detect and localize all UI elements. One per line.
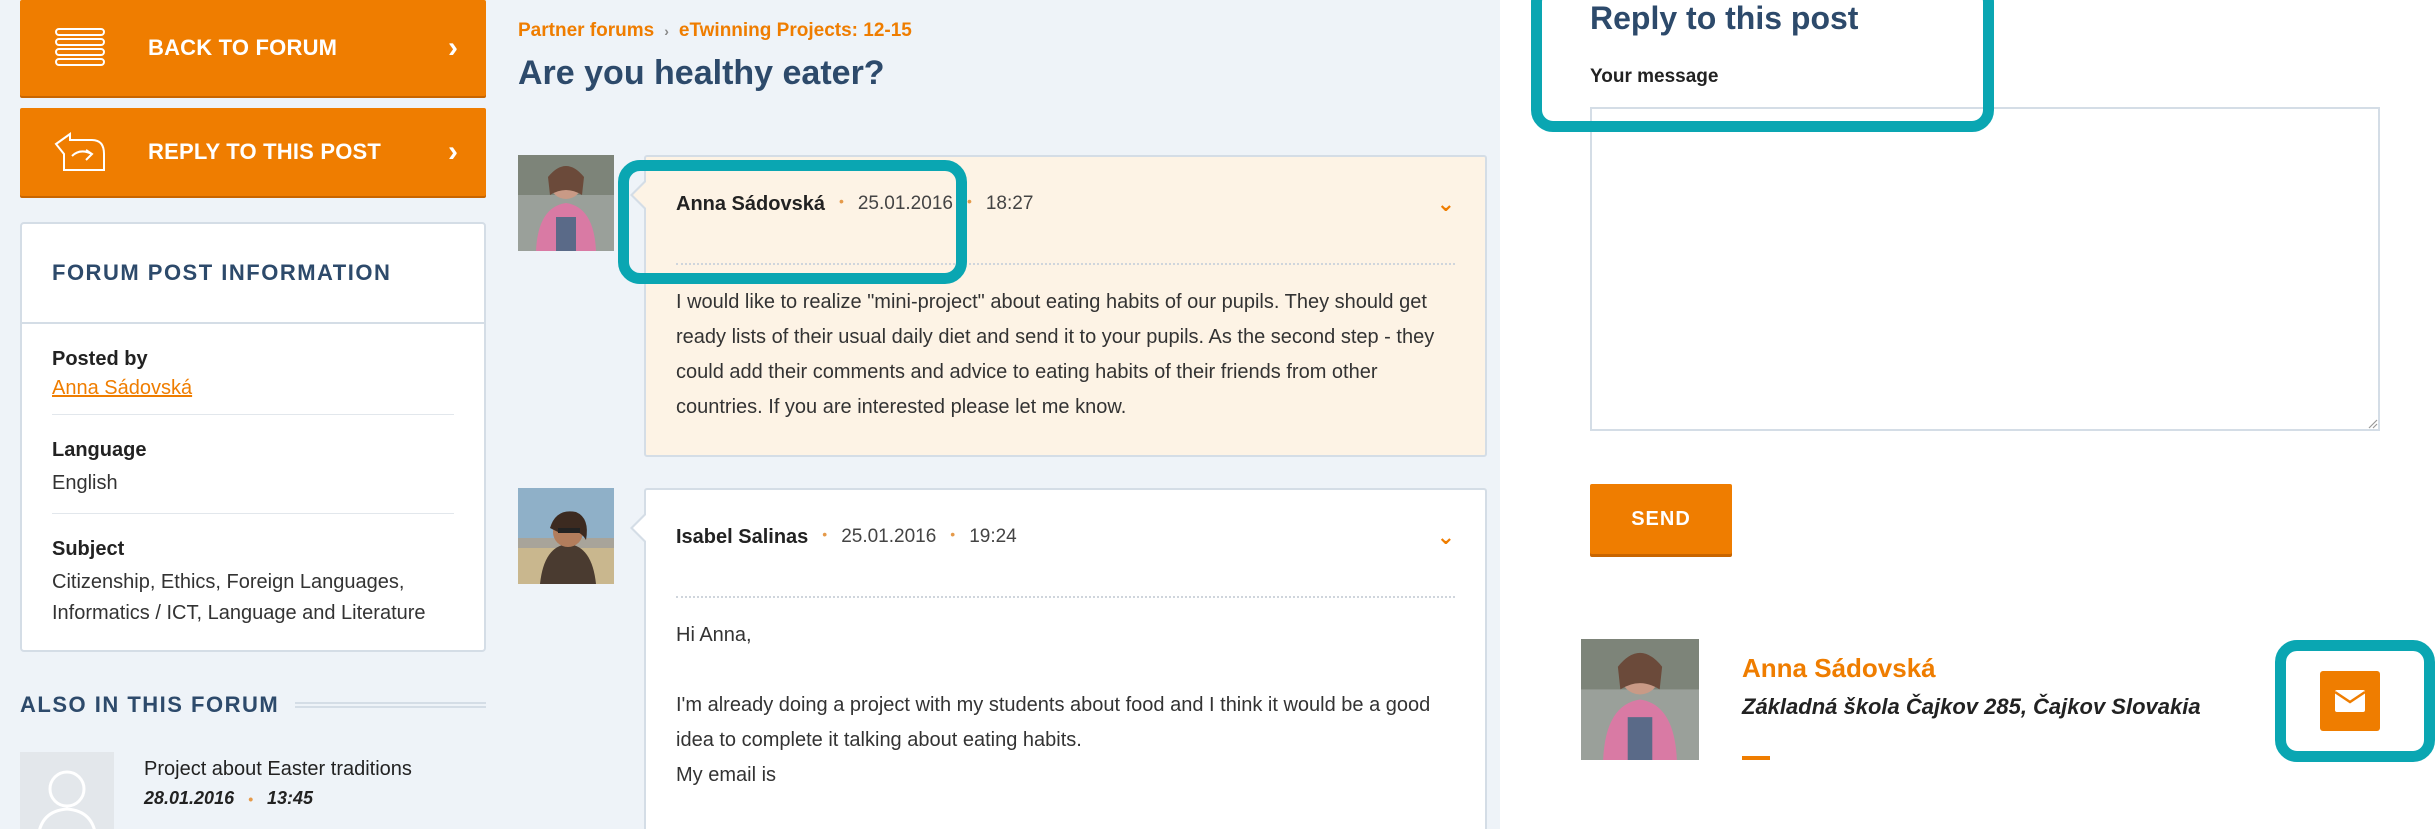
post-date: 25.01.2016 [841, 526, 937, 547]
forum-post: Anna Sádovská • 25.01.2016 • 18:27 ⌄ I w… [630, 155, 1487, 457]
post-author[interactable]: Isabel Salinas [676, 526, 808, 549]
subject-value: Citizenship, Ethics, Foreign Languages, … [52, 571, 426, 624]
author-name-link[interactable]: Anna Sádovská [1742, 653, 1936, 684]
resize-grip-icon[interactable] [2366, 417, 2378, 429]
posted-by-link[interactable]: Anna Sádovská [52, 377, 192, 399]
chevron-down-icon[interactable]: ⌄ [1437, 191, 1455, 217]
also-item-title[interactable]: Project about Easter traditions [144, 758, 412, 781]
also-item-date-value: 28.01.2016 [144, 788, 235, 808]
page-title: Are you healthy eater? [518, 54, 885, 92]
info-panel-title: FORUM POST INFORMATION [52, 260, 392, 285]
forum-post: Isabel Salinas • 25.01.2016 • 19:24 ⌄ Hi… [630, 488, 1487, 829]
separator-dot: • [822, 526, 828, 542]
post-paragraph: I would like to realize "mini-project" a… [676, 291, 1435, 418]
post-time: 18:27 [985, 193, 1034, 214]
language-row: Language English [52, 415, 454, 514]
post-header: Anna Sádovská • 25.01.2016 • 18:27 ⌄ [676, 191, 1455, 265]
subject-label: Subject [52, 538, 125, 560]
subject-row: Subject Citizenship, Ethics, Foreign Lan… [52, 514, 454, 643]
language-value: English [52, 472, 118, 494]
post-time: 19:24 [969, 526, 1017, 547]
post-body: Hi Anna, I'm already doing a project wit… [676, 618, 1445, 793]
list-lines-icon [48, 24, 112, 72]
avatar[interactable] [518, 155, 614, 251]
post-date: 25.01.2016 [857, 193, 953, 214]
post-paragraph: Hi Anna, [676, 624, 752, 646]
post-author[interactable]: Anna Sádovská [676, 193, 825, 216]
also-in-forum-item[interactable]: Project about Easter traditions 28.01.20… [20, 752, 486, 829]
separator-dot: • [950, 526, 956, 542]
breadcrumb-etwinning-projects[interactable]: eTwinning Projects: 12-15 [679, 20, 912, 42]
author-school: Základná škola Čajkov 285, Čajkov Slovak… [1742, 694, 2201, 719]
also-in-forum-title: ALSO IN THIS FORUM [20, 692, 280, 717]
forum-post-info-panel: FORUM POST INFORMATION Posted by Anna Sá… [20, 222, 486, 652]
divider [295, 702, 486, 708]
also-item-time: 13:45 [267, 788, 314, 808]
reply-arrow-icon [48, 128, 112, 176]
message-field-label: Your message [1590, 66, 1719, 87]
separator-dot: • [838, 193, 844, 209]
posted-by-row: Posted by Anna Sádovská [52, 324, 454, 415]
message-textarea[interactable] [1590, 107, 2380, 431]
separator-dot: • [248, 791, 253, 807]
separator-dot: • [966, 193, 972, 209]
posted-by-label: Posted by [52, 348, 148, 370]
post-paragraph: My email is [676, 764, 777, 786]
chevron-right-icon: › [448, 135, 458, 168]
post-paragraph: I'm already doing a project with my stud… [676, 694, 1431, 751]
reply-section-title: Reply to this post [1590, 0, 1859, 36]
divider [1742, 756, 1770, 760]
breadcrumb: Partner forums › eTwinning Projects: 12-… [518, 20, 912, 42]
also-item-date: 28.01.2016 • 13:45 [144, 788, 313, 809]
info-panel-header: FORUM POST INFORMATION [22, 224, 484, 324]
envelope-icon [2335, 690, 2365, 712]
avatar[interactable] [518, 488, 614, 584]
post-header: Isabel Salinas • 25.01.2016 • 19:24 ⌄ [676, 524, 1455, 598]
send-message-button[interactable] [2320, 671, 2380, 731]
back-to-forum-button[interactable]: BACK TO FORUM › [20, 0, 486, 96]
avatar[interactable] [1581, 639, 1699, 760]
chevron-right-icon: › [448, 31, 458, 64]
send-button[interactable]: SEND [1590, 484, 1732, 554]
reply-to-post-label: REPLY TO THIS POST [148, 139, 382, 164]
chevron-down-icon[interactable]: ⌄ [1437, 524, 1455, 550]
breadcrumb-partner-forums[interactable]: Partner forums [518, 20, 654, 42]
also-in-forum-header: ALSO IN THIS FORUM [20, 692, 486, 718]
post-body: I would like to realize "mini-project" a… [676, 285, 1445, 425]
forum-content-area: BACK TO FORUM › REPLY TO THIS POST › FOR… [0, 0, 1500, 829]
user-silhouette-icon [20, 752, 114, 829]
back-to-forum-label: BACK TO FORUM [148, 35, 338, 60]
reply-to-post-button[interactable]: REPLY TO THIS POST › [20, 108, 486, 196]
chevron-right-icon: › [664, 23, 669, 39]
language-label: Language [52, 439, 147, 461]
